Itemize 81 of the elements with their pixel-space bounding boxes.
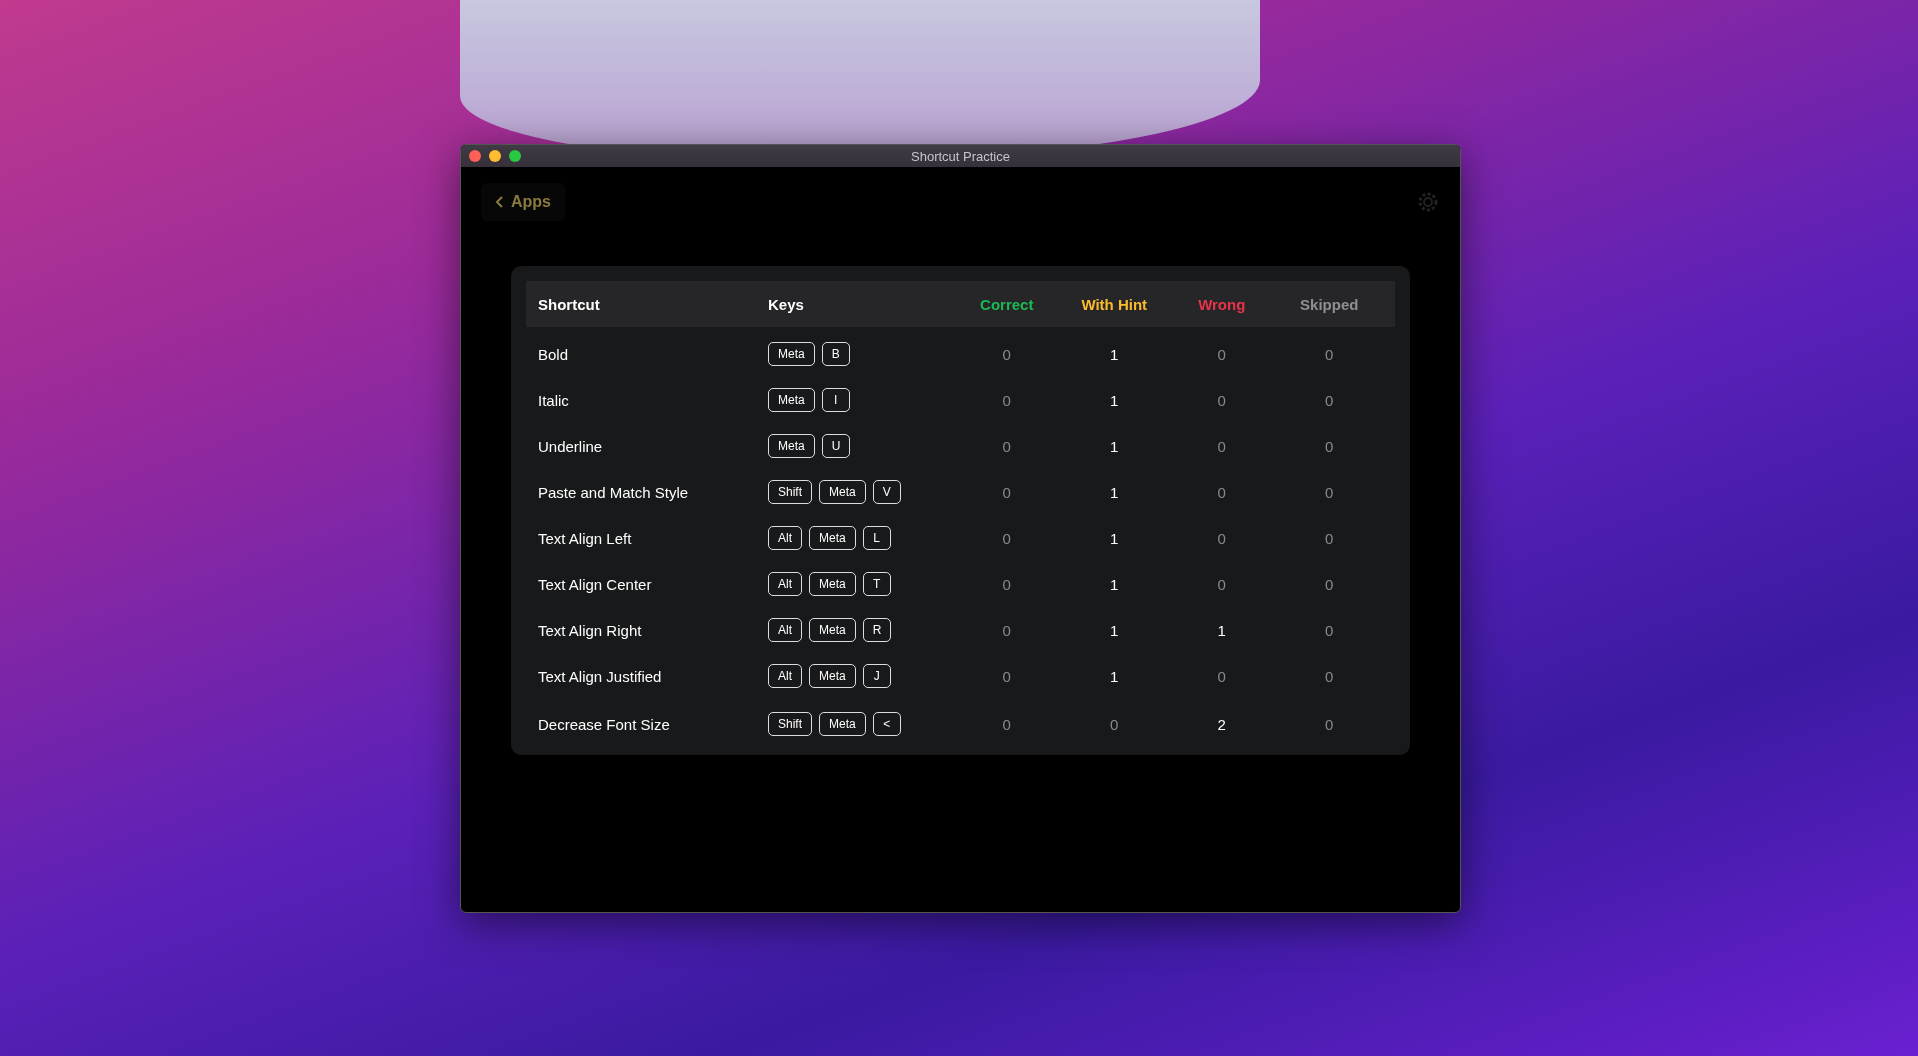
count-cell-text: 0 bbox=[1001, 575, 1012, 593]
shortcut-name: Text Align Justified bbox=[538, 667, 663, 685]
count-cell-text: 1 bbox=[1109, 575, 1120, 593]
count-cell-text: 0 bbox=[1216, 391, 1227, 409]
key-cap: Alt bbox=[768, 664, 802, 688]
back-button[interactable]: Apps bbox=[481, 182, 565, 221]
key-cap: L bbox=[862, 526, 891, 550]
count-cell-text: 1 bbox=[1109, 483, 1120, 501]
shortcut-name: Paste and Match Style bbox=[538, 483, 690, 501]
column-header: Shortcut bbox=[538, 295, 601, 313]
count-cell-text: 0 bbox=[1001, 483, 1012, 501]
key-cap: B bbox=[821, 342, 850, 366]
count-cell-text: 0 bbox=[1109, 715, 1120, 733]
count-cell-text: 0 bbox=[1324, 667, 1335, 685]
close-button[interactable] bbox=[469, 150, 481, 162]
count-cell-text: 0 bbox=[1324, 483, 1335, 501]
key-cap: Alt bbox=[768, 572, 802, 596]
count-cell-text: 1 bbox=[1109, 437, 1120, 455]
count-cell-text: 1 bbox=[1109, 529, 1120, 547]
column-header: Wrong bbox=[1197, 295, 1247, 313]
shortcut-name: Italic bbox=[538, 391, 570, 409]
shortcut-name: Text Align Right bbox=[538, 621, 643, 639]
key-cap: V bbox=[872, 480, 901, 504]
count-cell-text: 0 bbox=[1216, 437, 1227, 455]
key-cap: Meta bbox=[809, 664, 856, 688]
count-cell-text: 1 bbox=[1109, 391, 1120, 409]
count-cell-text: 0 bbox=[1001, 621, 1012, 639]
count-cell-text: 1 bbox=[1216, 621, 1227, 639]
count-cell-text: 0 bbox=[1001, 529, 1012, 547]
key-cap: U bbox=[821, 434, 851, 458]
key-cap: Meta bbox=[768, 388, 815, 412]
chevron-left-icon bbox=[495, 194, 505, 209]
shortcut-name: Bold bbox=[538, 345, 570, 363]
zoom-button[interactable] bbox=[509, 150, 521, 162]
key-cap: Meta bbox=[768, 434, 815, 458]
key-cap: R bbox=[862, 618, 892, 642]
column-header: Keys bbox=[768, 295, 805, 313]
key-cap: Meta bbox=[809, 572, 856, 596]
count-cell-text: 0 bbox=[1324, 621, 1335, 639]
count-cell-text: 0 bbox=[1216, 667, 1227, 685]
shortcut-name: Text Align Left bbox=[538, 529, 633, 547]
key-cap: J bbox=[862, 664, 891, 688]
minimize-button[interactable] bbox=[489, 150, 501, 162]
count-cell-text: 0 bbox=[1324, 715, 1335, 733]
key-cap: Shift bbox=[768, 480, 812, 504]
count-cell-text: 0 bbox=[1001, 667, 1012, 685]
key-cap: Meta bbox=[819, 480, 866, 504]
count-cell-text: 0 bbox=[1001, 437, 1012, 455]
count-cell-text: 0 bbox=[1001, 391, 1012, 409]
key-cap: Alt bbox=[768, 618, 802, 642]
count-cell-text: 0 bbox=[1216, 575, 1227, 593]
count-cell-text: 0 bbox=[1216, 483, 1227, 501]
count-cell-text: 0 bbox=[1324, 529, 1335, 547]
key-cap: Meta bbox=[819, 712, 866, 736]
shortcut-name: Text Align Center bbox=[538, 575, 653, 593]
count-cell-text: 0 bbox=[1324, 345, 1335, 363]
shortcut-name: Decrease Font Size bbox=[538, 715, 671, 733]
count-cell-text: 0 bbox=[1216, 345, 1227, 363]
key-cap: Meta bbox=[768, 342, 815, 366]
count-cell-text: 2 bbox=[1216, 715, 1227, 733]
column-header: With Hint bbox=[1080, 295, 1149, 313]
count-cell-text: 0 bbox=[1001, 345, 1012, 363]
key-cap: Meta bbox=[809, 526, 856, 550]
key-cap: T bbox=[862, 572, 891, 596]
window-title: Shortcut Practice bbox=[911, 148, 1010, 164]
column-header: Skipped bbox=[1299, 295, 1360, 313]
key-cap: Alt bbox=[768, 526, 802, 550]
shortcut-name: Underline bbox=[538, 437, 604, 455]
count-cell-text: 1 bbox=[1109, 667, 1120, 685]
count-cell-text: 0 bbox=[1324, 575, 1335, 593]
key-cap: Meta bbox=[809, 618, 856, 642]
count-cell-text: 0 bbox=[1001, 715, 1012, 733]
count-cell-text: 0 bbox=[1216, 529, 1227, 547]
key-cap: < bbox=[872, 712, 901, 736]
count-cell-text: 0 bbox=[1324, 391, 1335, 409]
count-cell-text: 1 bbox=[1109, 345, 1120, 363]
column-header: Correct bbox=[979, 295, 1035, 313]
key-cap: I bbox=[821, 388, 850, 412]
key-cap: Shift bbox=[768, 712, 812, 736]
count-cell-text: 1 bbox=[1109, 621, 1120, 639]
count-cell-text: 0 bbox=[1324, 437, 1335, 455]
